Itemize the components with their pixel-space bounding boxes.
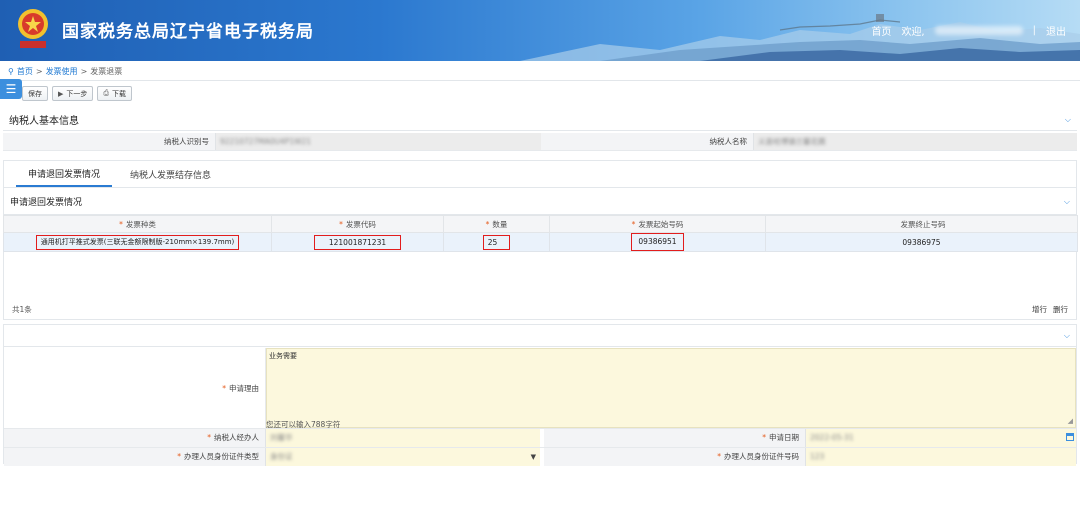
application-form-header[interactable]: ⌵ [4,325,1076,347]
menu-toggle-icon[interactable]: ☰ [0,79,22,99]
breadcrumb: ⚲ 首页 > 发票使用 > 发票退票 [8,65,122,77]
col-quantity: * 数量 [443,215,550,233]
download-icon: ⎙ [103,89,109,97]
welcome-text: 欢迎, [901,27,925,38]
location-pin-icon: ⚲ [8,66,14,76]
taxpayer-id-text: 92210727MA0U4P1W21 [220,137,312,146]
home-link[interactable]: 首页 [871,23,891,38]
reason-row: * 申请理由 业务需要 ◢ [4,348,1076,428]
highlight-box: 通用机打平推式发票(三联无金额限制版-210mm×139.7mm) [35,234,240,250]
date-label: * 申请日期 [544,429,806,447]
id-type-select[interactable]: 身份证 ▼ [266,448,540,466]
reason-label-cell: * 申请理由 [4,348,266,428]
top-links: 首页 欢迎, | 退出 [871,23,1066,38]
chevron-down-icon[interactable]: ⌵ [1064,197,1070,207]
application-form: ⌵ * 申请理由 业务需要 ◢ 您还可以输入788字符 * 纳税人经办人 刘馨华 … [3,324,1077,466]
reason-label: 申请理由 [229,383,259,393]
invoice-table: * 发票种类 * 发票代码 * 数量 * 发票起始号码 发票终止号码 通用机打平推式发票… [3,215,1078,252]
taxpayer-name-text: 义县哈博镇兰馨花圃 [758,137,826,146]
breadcrumb-current: 发票退票 [90,66,123,76]
reason-text: 业务需要 [269,352,297,360]
breadcrumb-invoice-use[interactable]: 发票使用 [46,66,78,77]
tab-invoice-stock[interactable]: 纳税人发票结存信息 [118,161,223,187]
save-label: 保存 [28,89,42,98]
breadcrumb-divider [0,80,1080,81]
download-button[interactable]: ⎙ 下载 [97,86,132,101]
calendar-icon[interactable] [1066,433,1074,441]
breadcrumb-sep: > [35,66,43,76]
date-input[interactable]: 2022-05-31 [806,429,1076,447]
user-name-redacted [934,26,1023,35]
col-invoice-code: * 发票代码 [271,215,444,233]
tab-bar: 申请退回发票情况 纳税人发票结存信息 [3,160,1077,187]
highlight-box: 09386951 [631,233,684,251]
delete-row-button[interactable]: 删行 [1053,304,1068,315]
cell-invoice-type[interactable]: 通用机打平推式发票(三联无金额限制版-210mm×139.7mm) [3,232,272,252]
id-number-label: * 办理人员身份证件号码 [544,448,806,466]
save-button[interactable]: 保存 [22,86,48,101]
id-type-label: * 办理人员身份证件类型 [4,448,266,466]
id-row: * 办理人员身份证件类型 身份证 ▼ * 办理人员身份证件号码 123 [4,447,1076,466]
required-mark: * [222,383,226,393]
id-number-input[interactable]: 123 [806,448,1076,466]
site-title: 国家税务总局辽宁省电子税务局 [62,22,314,42]
download-label: 下载 [112,89,126,98]
table-header-row: * 发票种类 * 发票代码 * 数量 * 发票起始号码 发票终止号码 [3,215,1078,233]
taxpayer-id-value: 92210727MA0U4P1W21 [216,133,541,150]
cell-end-number[interactable]: 09386975 [765,232,1078,252]
table-row[interactable]: 通用机打平推式发票(三联无金额限制版-210mm×139.7mm) 121001… [3,232,1078,252]
chevron-down-icon[interactable]: ⌵ [1064,331,1070,341]
add-row-button[interactable]: 增行 [1032,304,1047,315]
taxpayer-name-label: 纳税人名称 [541,133,754,150]
highlight-box: 121001871231 [313,234,402,250]
col-end-number: 发票终止号码 [765,215,1078,233]
taxpayer-info-title: 纳税人基本信息 [9,116,79,127]
site-header: 国家税务总局辽宁省电子税务局 首页 欢迎, | 退出 [0,0,1080,61]
next-step-label: 下一步 [66,89,88,98]
row-operations: 增行 删行 [1032,304,1068,315]
dropdown-arrow-icon[interactable]: ▼ [531,448,536,466]
invoice-section-title: 申请退回发票情况 [10,197,83,208]
toolbar: 保存 ▶ 下一步 ⎙ 下载 [22,86,132,101]
highlight-box: 25 [482,234,511,250]
taxpayer-name-value: 义县哈博镇兰馨花圃 [754,133,1077,150]
cell-quantity[interactable]: 25 [443,232,550,252]
next-step-button[interactable]: ▶ 下一步 [52,86,94,101]
link-separator: | [1032,25,1036,36]
tax-bureau-emblem-icon [18,9,48,48]
col-start-number: * 发票起始号码 [549,215,766,233]
invoice-table-area: 申请退回发票情况 ⌵ [3,187,1077,320]
col-invoice-type: * 发票种类 [3,215,272,233]
cell-invoice-code[interactable]: 121001871231 [271,232,444,252]
agent-date-row: * 纳税人经办人 刘馨华 * 申请日期 2022-05-31 [4,428,1076,447]
invoice-section-header[interactable]: 申请退回发票情况 ⌵ [4,188,1076,215]
agent-input[interactable]: 刘馨华 [266,429,540,447]
agent-label: * 纳税人经办人 [4,429,266,447]
breadcrumb-home[interactable]: 首页 [17,66,33,77]
play-icon: ▶ [58,89,64,98]
breadcrumb-sep: > [80,66,88,76]
tab-return-invoice[interactable]: 申请退回发票情况 [16,161,113,187]
taxpayer-info-header[interactable]: 纳税人基本信息 ⌵ [3,109,1077,131]
chevron-down-icon[interactable]: ⌵ [1065,115,1071,125]
taxpayer-info-row: 纳税人识别号 92210727MA0U4P1W21 纳税人名称 义县哈博镇兰馨花… [3,133,1077,151]
record-count: 共1条 [12,305,32,314]
taxpayer-id-label: 纳税人识别号 [3,133,216,150]
resize-handle-icon[interactable]: ◢ [1068,417,1073,425]
logout-link[interactable]: 退出 [1046,23,1066,38]
reason-textarea[interactable]: 业务需要 ◢ [266,348,1076,428]
cell-start-number[interactable]: 09386951 [549,232,766,252]
